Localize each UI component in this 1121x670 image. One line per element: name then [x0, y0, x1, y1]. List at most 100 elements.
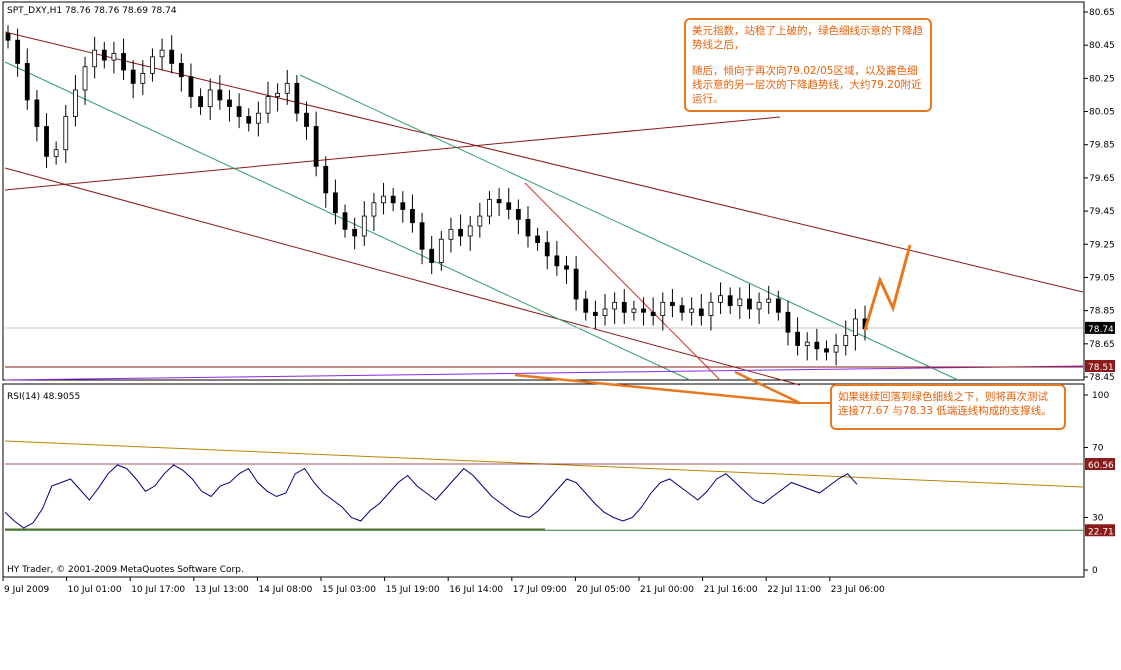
candle-body: [313, 126, 319, 167]
candle-body: [150, 56, 155, 74]
symbol-header: SPT_DXY,H1 78.76 78.76 78.69 78.74: [7, 6, 177, 16]
price-tick-label: 78.85: [1089, 307, 1115, 317]
time-tick-label: 16 Jul 14:00: [449, 585, 503, 595]
candle-body: [814, 341, 820, 350]
candle-body: [429, 248, 435, 263]
candle-body: [169, 49, 175, 64]
price-tick-label: 79.65: [1089, 174, 1115, 184]
copyright-footer: HY Trader, © 2001-2009 MetaQuotes Softwa…: [7, 565, 244, 575]
candle-body: [82, 66, 88, 91]
candle-body: [130, 69, 136, 84]
candle-body: [554, 255, 560, 267]
price-tick-label: 78.45: [1089, 373, 1115, 383]
candle-body: [178, 63, 184, 78]
candle-body: [15, 39, 21, 64]
candle-body: [371, 202, 377, 217]
candle-body: [689, 308, 695, 313]
candle-body: [381, 195, 386, 204]
candle-body: [804, 341, 810, 346]
price-tick-label: 79.05: [1089, 273, 1115, 283]
candle-body: [785, 311, 791, 333]
price-tick-label: 80.25: [1089, 74, 1115, 84]
rsi-tick-label: 70: [1092, 444, 1104, 454]
candle-body: [198, 96, 203, 107]
top-annotation-line1: 美元指数，站稳了上破的，绿色细线示意的下降趋势线之后，: [692, 25, 923, 51]
candle-body: [390, 195, 396, 204]
candle-body: [496, 199, 502, 204]
candle-body: [294, 82, 300, 114]
time-tick-label: 10 Jul 17:00: [131, 585, 185, 595]
candle-body: [236, 106, 242, 117]
candle-body: [824, 348, 829, 353]
candle-body: [737, 298, 743, 307]
rsi-label: RSI(14) 48.9055: [7, 392, 80, 402]
top-annotation-line2: 随后，倾向于再次向79.02/05区域，以及酱色细线示意的另一层次的下降趋势线，…: [692, 65, 922, 105]
candle-body: [506, 202, 512, 210]
candle-body: [255, 112, 261, 124]
time-tick-label: 21 Jul 16:00: [704, 585, 758, 595]
price-tick-label: 79.25: [1089, 240, 1115, 250]
level-tag-label: 78.74: [1088, 325, 1114, 335]
candle-body: [698, 308, 704, 317]
candle-body: [852, 318, 858, 336]
candle-body: [304, 112, 309, 127]
time-tick-label: 15 Jul 19:00: [386, 585, 440, 595]
time-tick-label: 15 Jul 03:00: [322, 585, 376, 595]
candle-body: [92, 49, 98, 68]
price-tick-label: 80.45: [1089, 41, 1115, 51]
candle-body: [631, 308, 637, 313]
candle-body: [660, 301, 666, 317]
candle-body: [727, 295, 733, 307]
price-chart: SPT_DXY,H1 78.76 78.76 78.69 78.74 RSI(1…: [2, 1, 1115, 595]
candle-body: [756, 301, 762, 310]
candle-body: [766, 298, 772, 303]
time-tick-label: 22 Jul 11:00: [767, 585, 821, 595]
candle-body: [544, 242, 550, 257]
candle-body: [670, 301, 675, 307]
candle-body: [708, 301, 714, 317]
candle-body: [525, 218, 531, 237]
candle-body: [795, 331, 800, 346]
time-tick-label: 20 Jul 05:00: [576, 585, 630, 595]
time-tick-label: 23 Jul 06:00: [831, 585, 885, 595]
price-tick-label: 79.85: [1089, 141, 1115, 151]
candle-body: [515, 209, 521, 220]
bottom-annotation-text: 如果继续回落到绿色细线之下，则将再次测试连接77.67 与78.33 低端连线构…: [838, 391, 1052, 417]
candle-body: [833, 345, 839, 353]
time-tick-label: 17 Jul 09:00: [513, 585, 567, 595]
candle-body: [641, 308, 646, 313]
candle-body: [265, 96, 271, 114]
candle-body: [73, 89, 78, 117]
time-axis: 9 Jul 2009 10 Jul 01:00 10 Jul 17:00 13 Jul…: [2, 577, 885, 595]
candle-body: [5, 33, 11, 41]
candle-body: [207, 89, 213, 107]
candle-body: [621, 301, 627, 313]
candle-body: [188, 76, 194, 98]
time-tick-label: 10 Jul 01:00: [68, 585, 122, 595]
candle-body: [448, 228, 454, 240]
candle-body: [467, 225, 473, 237]
rsi-tick-label: 100: [1092, 391, 1109, 401]
level-tag-label: 22.71: [1088, 527, 1114, 537]
bottom-annotation: 如果继续回落到绿色细线之下，则将再次测试连接77.67 与78.33 低端连线构…: [830, 384, 1066, 430]
price-tick-label: 80.05: [1089, 108, 1115, 118]
price-tick-label: 79.45: [1089, 207, 1115, 217]
candle-body: [63, 116, 69, 151]
candle-body: [843, 335, 849, 346]
candle-body: [34, 99, 40, 127]
rsi-tick-label: 0: [1092, 566, 1098, 576]
candle-body: [419, 222, 425, 250]
candle-body: [400, 202, 406, 210]
candle-body: [650, 311, 656, 317]
candle-body: [583, 298, 589, 313]
time-tick-label: 14 Jul 08:00: [258, 585, 312, 595]
level-tag-label: 78.51: [1088, 363, 1114, 373]
candle-body: [217, 89, 223, 101]
candle-body: [275, 92, 281, 98]
candle-body: [342, 212, 348, 230]
candle-body: [361, 215, 367, 237]
candle-body: [592, 311, 598, 317]
rsi-axis: 100 70 30 0: [1084, 391, 1109, 576]
candle-body: [284, 82, 290, 94]
top-annotation: 美元指数，站稳了上破的，绿色细线示意的下降趋势线之后， 随后，倾向于再次向79.…: [684, 18, 932, 112]
